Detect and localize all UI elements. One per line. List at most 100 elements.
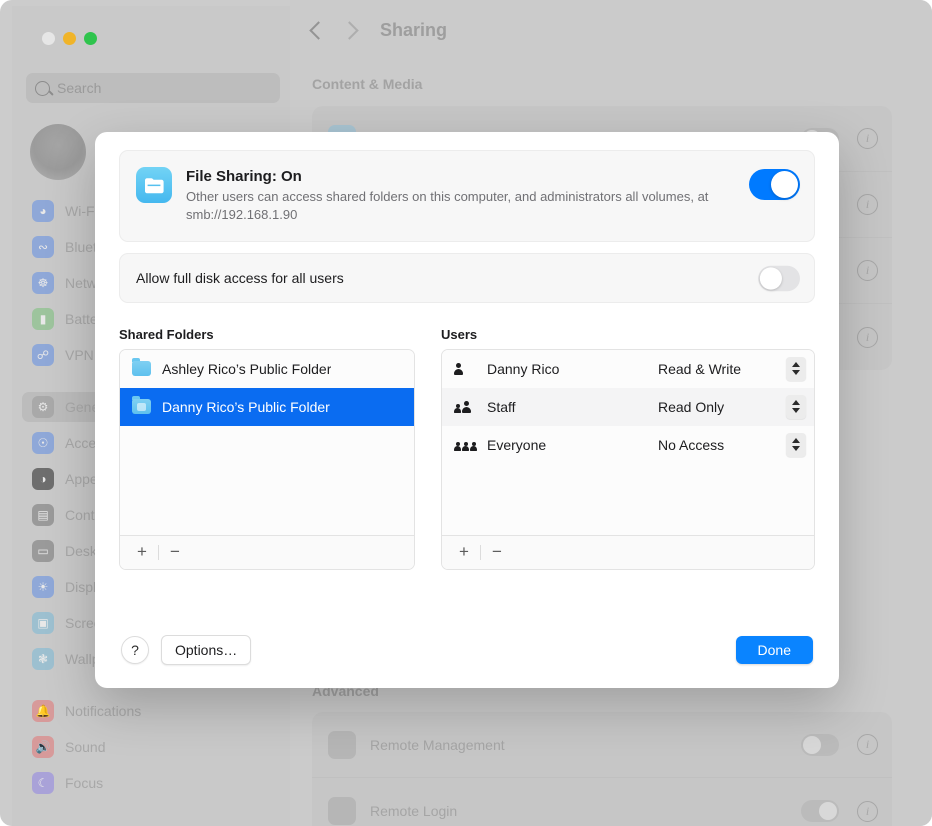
file-sharing-toggle[interactable] [749,169,800,200]
remove-user-button[interactable]: − [481,539,513,565]
info-icon[interactable]: i [857,734,878,755]
user-name: Staff [487,398,516,415]
two-people-icon [454,399,476,415]
sidebar-item-label: Focus [65,775,104,791]
file-sharing-card: File Sharing: On Other users can access … [119,150,815,242]
users-panel: Users Danny Rico Read & Write Staff Read… [441,327,815,570]
search-icon [35,80,50,96]
users-list: Danny Rico Read & Write Staff Read Only … [441,348,815,570]
moon-icon: ☾ [32,772,54,794]
permission-stepper[interactable] [786,432,806,457]
user-permission: No Access [658,436,725,453]
folder-icon [132,358,151,377]
display-icon: ☀ [32,576,54,598]
screen-saver-icon: ▣ [32,612,54,634]
file-sharing-dialog: File Sharing: On Other users can access … [95,132,839,688]
single-person-icon [454,361,476,377]
wifi-icon: ◕ [32,200,54,222]
shared-folder-row[interactable]: Ashley Rico’s Public Folder [120,350,414,388]
remote-management-toggle[interactable] [801,733,839,756]
settings-row-label: Remote Management [370,736,505,753]
search-input[interactable]: Search [26,73,280,103]
shared-folder-row-selected[interactable]: Danny Rico’s Public Folder [120,387,414,426]
settings-row-label: Remote Login [370,803,458,819]
desktop-icon: ▭ [32,540,54,562]
screen: Search D A ◕ Wi-Fi ∾ Bluetooth [0,0,932,826]
shared-folders-footer: + − [120,534,414,569]
sidebar-item-sound[interactable]: 🔊 Sound [22,732,284,762]
settings-row-remote-management[interactable]: Remote Management i [312,712,892,778]
sidebar-item-label: Wi-Fi [65,203,98,219]
file-sharing-description: Other users can access shared folders on… [186,189,709,223]
user-permission: Read & Write [658,360,741,377]
avatar [30,124,86,180]
dialog-footer: ? Options… Done [95,612,839,688]
panels: Shared Folders Ashley Rico’s Public Fold… [119,327,815,570]
users-footer: + − [442,534,814,569]
add-user-button[interactable]: + [448,539,480,565]
help-button[interactable]: ? [121,636,149,664]
maximize-window-button[interactable] [84,32,97,45]
bluetooth-icon: ∾ [32,236,54,258]
navigation-bar: Sharing [309,20,448,41]
bell-icon: 🔔 [32,700,54,722]
permission-stepper[interactable] [786,356,806,381]
user-row[interactable]: Everyone No Access [442,426,814,464]
control-center-icon: ▤ [32,504,54,526]
shared-folders-list: Ashley Rico’s Public Folder Danny Rico’s… [119,348,415,570]
full-disk-access-card: Allow full disk access for all users [119,252,815,303]
user-name: Danny Rico [487,360,560,377]
file-sharing-title: File Sharing: On [186,168,302,185]
full-disk-access-toggle[interactable] [758,266,800,292]
vpn-icon: ☍ [32,344,54,366]
close-window-button[interactable] [42,32,55,45]
sidebar-item-label: Notifications [65,703,142,719]
section-title-content-media: Content & Media [312,76,423,92]
user-permission: Read Only [658,398,725,415]
binoculars-icon [328,730,356,759]
full-disk-access-label: Allow full disk access for all users [136,269,344,286]
appearance-icon: ◑ [32,468,54,490]
battery-icon: ▮ [32,308,54,330]
info-icon[interactable]: i [857,260,878,281]
sidebar-item-focus[interactable]: ☾ Focus [22,768,284,798]
permission-stepper[interactable] [786,394,806,419]
done-button[interactable]: Done [735,636,813,664]
page-title: Sharing [380,20,448,40]
shared-folder-name: Danny Rico’s Public Folder [162,398,330,415]
public-folder-icon [132,396,151,415]
info-icon[interactable]: i [857,128,878,149]
file-sharing-folder-icon [136,167,172,203]
users-title: Users [441,326,478,342]
terminal-icon [328,797,356,825]
user-row[interactable]: Staff Read Only [442,387,814,426]
remove-shared-folder-button[interactable]: − [159,539,191,565]
shared-folders-title: Shared Folders [119,326,214,342]
remote-login-toggle[interactable] [801,800,839,822]
shared-folders-panel: Shared Folders Ashley Rico’s Public Fold… [119,327,415,570]
search-placeholder: Search [57,80,102,96]
gear-icon: ⚙ [32,396,54,418]
minimize-window-button[interactable] [63,32,76,45]
speaker-icon: 🔊 [32,736,54,758]
forward-button[interactable] [340,21,359,40]
info-icon[interactable]: i [857,800,878,822]
info-icon[interactable]: i [857,326,878,348]
options-button[interactable]: Options… [161,635,252,665]
wallpaper-icon: ❃ [32,648,54,670]
back-button[interactable] [309,21,328,40]
advanced-group: Remote Management i Remote Login i [312,712,892,826]
add-shared-folder-button[interactable]: + [126,539,158,565]
sidebar-item-notifications[interactable]: 🔔 Notifications [22,696,284,726]
user-row[interactable]: Danny Rico Read & Write [442,350,814,388]
accessibility-icon: ☉ [32,432,54,454]
three-people-icon [454,437,477,453]
sidebar-item-label: Sound [65,739,106,755]
shared-folder-name: Ashley Rico’s Public Folder [162,360,332,377]
user-name: Everyone [487,436,547,453]
info-icon[interactable]: i [857,194,878,215]
window-traffic-lights[interactable] [42,32,97,45]
settings-row-remote-login[interactable]: Remote Login i [312,778,892,826]
globe-icon: ☸ [32,272,54,294]
sidebar-item-label: VPN [65,347,94,363]
